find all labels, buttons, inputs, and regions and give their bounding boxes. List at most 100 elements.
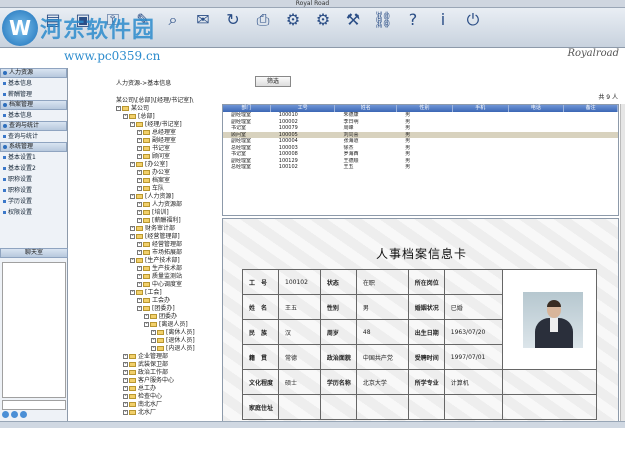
toolbar-button-mail[interactable]: ✉ <box>188 10 218 44</box>
expand-toggle-icon[interactable]: - <box>137 210 142 215</box>
sidebar-item[interactable]: 查询与统计 <box>0 131 67 142</box>
expand-toggle-icon[interactable]: - <box>137 274 142 279</box>
grid-column-header[interactable]: 备注 <box>564 105 619 112</box>
expand-toggle-icon[interactable]: - <box>123 386 128 391</box>
expand-toggle-icon[interactable]: - <box>123 410 128 415</box>
sidebar-item[interactable]: 学历设置 <box>0 196 67 207</box>
sidebar-item[interactable]: 职称设置 <box>0 174 67 185</box>
sidebar-section[interactable]: 档案管理 <box>0 100 67 110</box>
expand-toggle-icon[interactable]: - <box>137 146 142 151</box>
expand-toggle-icon[interactable]: - <box>130 122 135 127</box>
sidebar-item[interactable]: 基本信息 <box>0 110 67 121</box>
folder-icon <box>143 218 150 223</box>
grid-column-header[interactable]: 性别 <box>397 105 453 112</box>
folder-icon <box>136 226 143 231</box>
print-icon: ⎙ <box>256 10 270 29</box>
sidebar-item[interactable]: 薪酬管理 <box>0 89 67 100</box>
tree-node-label: [培训] <box>152 209 169 216</box>
expand-toggle-icon[interactable]: - <box>123 394 128 399</box>
expand-toggle-icon[interactable]: - <box>137 218 142 223</box>
sidebar-section[interactable]: 系统管理 <box>0 142 67 152</box>
expand-toggle-icon[interactable]: - <box>137 250 142 255</box>
toolbar-button-tools[interactable]: ⚒ <box>338 10 368 44</box>
tree-node-label: [工会] <box>145 289 162 296</box>
expand-toggle-icon[interactable]: - <box>123 402 128 407</box>
expand-toggle-icon[interactable]: - <box>130 290 135 295</box>
sidebar-section[interactable]: 人力资源 <box>0 68 67 78</box>
toolbar-button-link[interactable]: ⛓ <box>368 10 398 44</box>
chat-input[interactable] <box>2 400 66 410</box>
sidebar-item[interactable]: 权限设置 <box>0 207 67 218</box>
expand-toggle-icon[interactable]: - <box>123 114 128 119</box>
settings-icon[interactable] <box>20 411 27 418</box>
card-field-value <box>443 269 504 295</box>
toolbar-button-exit[interactable]: ⏻ <box>458 10 488 44</box>
expand-toggle-icon[interactable]: - <box>137 130 142 135</box>
expand-toggle-icon[interactable]: - <box>137 298 142 303</box>
grid-column-header[interactable]: 电话 <box>509 105 565 112</box>
sidebar-section[interactable]: 查询与统计 <box>0 121 67 131</box>
grid-column-header[interactable]: 部门 <box>223 105 271 112</box>
chat-header: 聊天室 <box>0 248 68 258</box>
expand-toggle-icon[interactable]: - <box>130 162 135 167</box>
toolbar-button-info[interactable]: i <box>428 10 458 44</box>
toolbar-button-help[interactable]: ? <box>398 10 428 44</box>
grid-column-header[interactable]: 手机 <box>453 105 509 112</box>
emoji-icon[interactable] <box>2 411 9 418</box>
expand-toggle-icon[interactable]: - <box>151 346 156 351</box>
tree-node-label: 档案室 <box>152 177 171 184</box>
watermark-logo-icon: W <box>2 10 38 46</box>
expand-toggle-icon[interactable]: - <box>130 194 135 199</box>
folder-icon <box>136 258 143 263</box>
folder-icon <box>157 338 164 343</box>
toolbar-button-print[interactable]: ⎙ <box>248 10 278 44</box>
expand-toggle-icon[interactable]: - <box>130 226 135 231</box>
expand-toggle-icon[interactable]: - <box>151 338 156 343</box>
toolbar-button-config[interactable]: ⚙ <box>278 10 308 44</box>
expand-toggle-icon[interactable]: - <box>123 354 128 359</box>
expand-toggle-icon[interactable]: - <box>137 138 142 143</box>
expand-toggle-icon[interactable]: - <box>137 202 142 207</box>
tree-node[interactable]: - 北水厂 <box>123 408 156 417</box>
expand-toggle-icon[interactable]: - <box>123 370 128 375</box>
expand-toggle-icon[interactable]: - <box>116 106 121 111</box>
sidebar-item[interactable]: 基本信息 <box>0 78 67 89</box>
sidebar-item[interactable]: 基本设置2 <box>0 163 67 174</box>
tree-node-label: 总经理室 <box>152 129 177 136</box>
send-icon[interactable] <box>11 411 18 418</box>
grid-column-header[interactable]: 姓名 <box>335 105 398 112</box>
table-cell: 男 <box>405 164 411 170</box>
toolbar-button-refresh[interactable]: ↻ <box>218 10 248 44</box>
expand-toggle-icon[interactable]: - <box>137 242 142 247</box>
card-field-value: 常德 <box>278 344 321 370</box>
card-field-label: 婚姻状况 <box>407 294 445 320</box>
chat-log[interactable] <box>2 262 66 398</box>
table-row[interactable]: 总经理室 100102 王五 男 <box>223 164 618 171</box>
expand-toggle-icon[interactable]: - <box>137 306 142 311</box>
toolbar-button-settings[interactable]: ⚙ <box>308 10 338 44</box>
vertical-scrollbar[interactable] <box>620 104 625 428</box>
expand-toggle-icon[interactable]: - <box>144 314 149 319</box>
toolbar-button-search[interactable]: ⌕ <box>158 10 188 44</box>
expand-toggle-icon[interactable]: - <box>137 282 142 287</box>
sidebar-item[interactable]: 基本设置1 <box>0 152 67 163</box>
expand-toggle-icon[interactable]: - <box>144 322 149 327</box>
query-button[interactable]: 筛选 <box>255 76 291 87</box>
expand-toggle-icon[interactable]: - <box>130 258 135 263</box>
expand-toggle-icon[interactable]: - <box>123 362 128 367</box>
tree-node-label: 客户服务中心 <box>138 377 175 384</box>
expand-toggle-icon[interactable]: - <box>137 170 142 175</box>
help-icon: ? <box>408 10 418 29</box>
expand-toggle-icon[interactable]: - <box>137 154 142 159</box>
expand-toggle-icon[interactable]: - <box>137 186 142 191</box>
expand-toggle-icon[interactable]: - <box>123 378 128 383</box>
sidebar-item[interactable]: 职称设置 <box>0 185 67 196</box>
grid-column-header[interactable]: 工号 <box>271 105 336 112</box>
tree-node-label: [人力资源] <box>145 193 174 200</box>
expand-toggle-icon[interactable]: - <box>137 266 142 271</box>
expand-toggle-icon[interactable]: - <box>151 330 156 335</box>
expand-toggle-icon[interactable]: - <box>137 178 142 183</box>
expand-toggle-icon[interactable]: - <box>130 234 135 239</box>
table-cell: 总经理室 <box>231 164 252 170</box>
tree-node-label: 政治工作部 <box>138 369 169 376</box>
